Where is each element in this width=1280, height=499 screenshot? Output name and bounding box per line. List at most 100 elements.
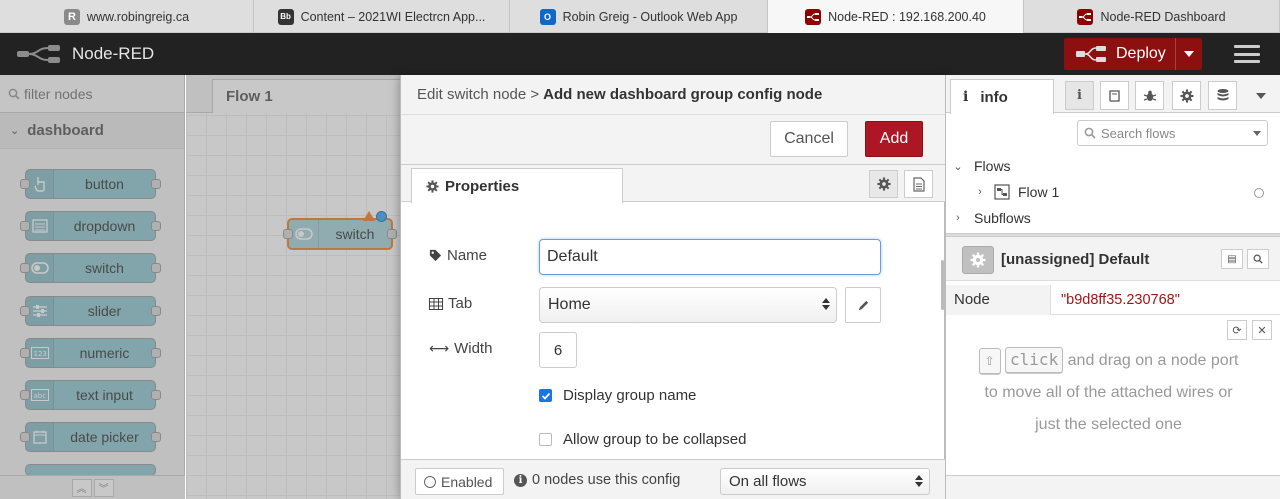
tip-line-3: just the selected one [1035,416,1182,433]
browser-tab-title: Content – 2021WI Electrcn App... [300,9,486,24]
enabled-label: Enabled [441,473,493,490]
info-tab-icon[interactable]: i [1065,81,1094,110]
book-icon[interactable]: ▤ [1221,249,1243,269]
browser-tab-title: www.robingreig.ca [86,9,190,24]
allow-collapse-row: Allow group to be collapsed [539,431,746,448]
tag-icon [429,249,442,262]
tab-properties[interactable]: Properties [411,168,623,203]
table-icon [429,297,443,310]
info-circle-icon: i [514,473,527,487]
select-arrows-icon [822,298,830,310]
name-input[interactable] [539,239,881,275]
scope-select[interactable]: On all flows [720,468,930,495]
deploy-button[interactable]: Deploy [1064,38,1202,70]
tip-line-2: to move all of the attached wires or [984,384,1233,401]
arrows-horizontal-icon: ⟷ [429,340,450,356]
name-label: Name [447,247,488,264]
workspace-overlay [186,75,400,499]
properties-tab-label: Properties [445,177,520,195]
book-icon[interactable] [1100,81,1129,110]
width-row: ⟷ Width [429,340,492,357]
browser-tab-2[interactable]: Bb Content – 2021WI Electrcn App... [254,0,510,33]
config-usage: i 0 nodes use this config [514,472,680,488]
search-icon[interactable] [1247,249,1269,269]
width-label: Width [454,340,493,357]
select-arrows-icon [915,475,923,487]
close-icon[interactable]: ✕ [1252,320,1272,340]
tray-breadcrumb[interactable]: Edit switch node > [417,86,539,103]
browser-tab-4[interactable]: Node-RED : 192.168.200.40 [768,0,1024,33]
deploy-icon [1076,46,1106,62]
sidebar-resize-handle[interactable] [941,260,944,310]
description-file-icon[interactable] [904,170,933,198]
tree-flows[interactable]: ⌄ Flows [946,158,1280,174]
tree-subflows-label: Subflows [974,210,1031,226]
favicon-icon: R [63,8,80,25]
flow-workspace[interactable]: Flow 1 switch [186,75,412,499]
enabled-toggle-button[interactable]: Enabled [415,468,504,495]
app-header: Node-RED Deploy [0,33,1280,75]
tab-select-value: Home [548,296,591,313]
display-group-name-row: Display group name [539,387,696,404]
chevron-right-icon: › [978,186,982,198]
favicon-icon [805,8,822,25]
gear-icon[interactable] [1172,81,1201,110]
tree-flows-label: Flows [974,158,1011,174]
tree-flow-1[interactable]: › Flow 1 [946,184,1280,200]
tray-header: Edit switch node > Add new dashboard gro… [401,75,946,115]
flow-status-circle-icon [1254,188,1264,198]
sidebar-tabs: i info i [946,75,1280,114]
settings-gear-icon[interactable] [869,170,898,198]
shift-key-icon: ⇧ [978,348,1001,374]
gear-icon [962,246,994,274]
tab-select[interactable]: Home [539,287,837,323]
tree-flow-1-label: Flow 1 [1018,184,1060,200]
selected-node-header: [unassigned] Default ▤ [946,237,1280,281]
sidebar-menu-caret-icon[interactable] [1256,93,1266,99]
browser-tab-bar: Rwww.robingreig.ca Bb Content – 2021WI Ele… [0,0,1280,33]
browser-tab-title: Node-RED Dashboard [1100,9,1226,24]
browser-tab-title: Robin Greig - Outlook Web App [562,9,738,24]
gear-icon [426,179,439,193]
display-group-name-label: Display group name [563,387,697,404]
refresh-icon[interactable]: ⟳ [1227,320,1247,340]
tip-line-1: ⇧ click and drag on a node port [946,345,1271,377]
usage-text: 0 nodes use this config [532,472,681,488]
tray-footer: Enabled i 0 nodes use this config On all… [401,459,946,499]
checkmark-icon [541,392,550,400]
database-icon[interactable] [1208,81,1237,110]
search-flows-field[interactable]: Search flows [1077,120,1268,146]
tree-subflows[interactable]: › Subflows [946,210,1280,226]
chevron-right-icon: › [956,212,960,224]
app-name: Node-RED [72,44,155,63]
browser-tab-1[interactable]: Rwww.robingreig.ca [0,0,254,33]
cancel-button[interactable]: Cancel [770,121,848,157]
width-size-picker[interactable]: 6 [539,332,577,368]
property-value[interactable]: "b9d8ff35.230768" [1051,292,1180,308]
main-menu-hamburger-icon[interactable] [1234,45,1260,63]
circle-icon [424,475,436,488]
browser-tab-5[interactable]: Node-RED Dashboard [1024,0,1280,33]
tab-info[interactable]: i info [950,79,1054,114]
browser-tab-title: Node-RED : 192.168.200.40 [828,9,986,24]
deploy-menu-caret-icon[interactable] [1184,51,1194,57]
tray-tabs: Properties [401,165,946,203]
width-value: 6 [553,341,563,359]
palette-overlay [0,75,185,499]
node-palette: ⌄ dashboard buttondropdownswitchslider12… [0,75,185,499]
add-button[interactable]: Add [865,121,923,157]
edit-tab-button[interactable] [845,287,881,323]
allow-collapse-checkbox[interactable] [539,433,552,446]
bug-icon[interactable] [1135,81,1164,110]
browser-tab-3[interactable]: O Robin Greig - Outlook Web App [510,0,768,33]
info-tab-label: info [980,88,1008,106]
node-property-row: Node "b9d8ff35.230768" [946,284,1280,315]
info-sidebar: i info i Search flows ⌄ Flows › Flow 1 › [945,75,1280,499]
tip-text: ⇧ click and drag on a node port to move … [946,345,1271,441]
search-flows-placeholder: Search flows [1101,125,1176,141]
display-group-name-checkbox[interactable] [539,389,552,402]
pencil-icon [858,300,868,310]
favicon-icon: O [539,8,556,25]
selected-node-title: [unassigned] Default [1001,251,1150,268]
sidebar-footer [946,475,1280,499]
